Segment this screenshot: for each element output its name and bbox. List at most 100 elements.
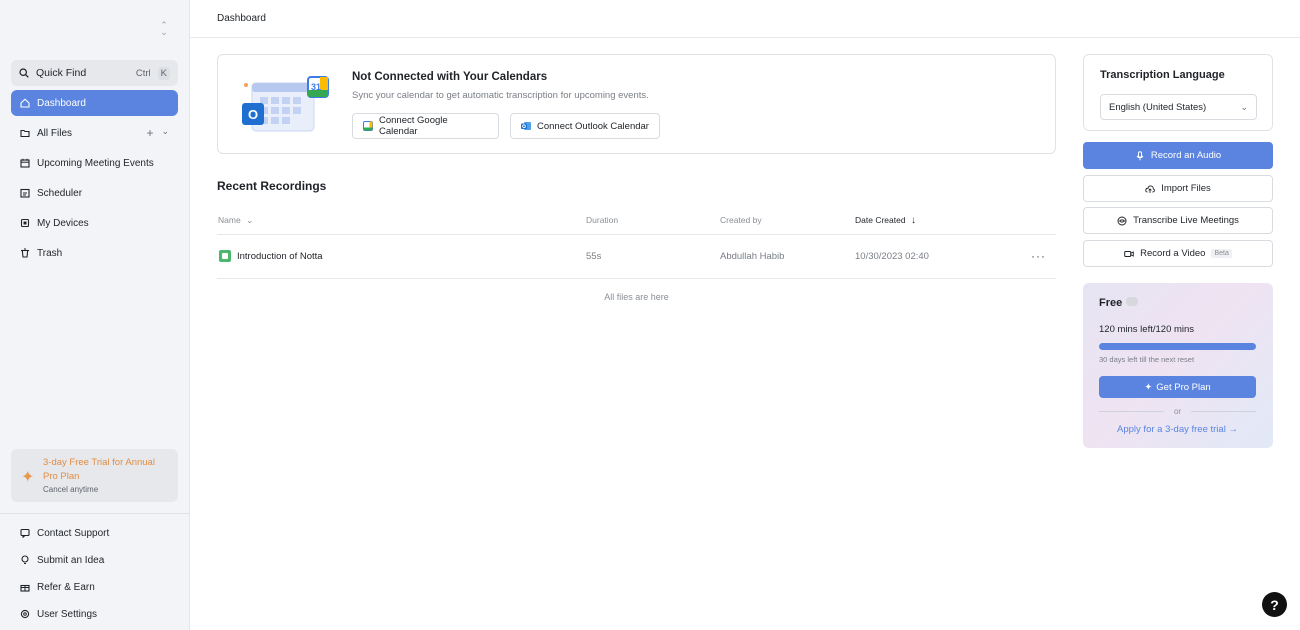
sidebar-item-label: Upcoming Meeting Events <box>37 157 154 169</box>
sidebar-item-label: Scheduler <box>37 187 83 199</box>
lightbulb-icon <box>20 555 30 565</box>
scheduler-icon <box>20 188 30 198</box>
sidebar-item-trash[interactable]: Trash <box>11 240 178 266</box>
table-row-divider <box>217 278 1056 279</box>
sidebar-footer: Contact Support Submit an Idea Refer & E… <box>11 520 178 628</box>
video-camera-icon <box>1124 249 1134 259</box>
sparkle-icon: ✦ <box>1144 381 1153 393</box>
usage-progress-bar <box>1099 343 1256 350</box>
gift-icon <box>20 582 30 592</box>
column-header-created-by[interactable]: Created by <box>720 215 762 225</box>
sidebar-item-label: Dashboard <box>37 97 86 109</box>
svg-text:O: O <box>248 107 258 122</box>
chevron-down-icon: ⌄ <box>1240 101 1248 112</box>
trash-icon <box>20 248 30 258</box>
folder-icon <box>20 128 30 138</box>
calendar-day-label: 31 <box>311 82 321 92</box>
column-header-name[interactable]: Name ⌄ <box>218 215 253 226</box>
add-folder-icon[interactable]: + <box>146 126 153 140</box>
plan-name: Free <box>1099 297 1123 309</box>
sidebar: ⌃ ⌄ Quick Find Ctrl K Dashboard All Files… <box>0 0 190 630</box>
sidebar-item-label: Trash <box>37 247 63 259</box>
sidebar-nav: Dashboard All Files + ⌄ Upcoming Meeting… <box>11 90 178 270</box>
record-audio-button[interactable]: Record an Audio <box>1083 142 1273 169</box>
search-icon <box>19 68 29 78</box>
apply-free-trial-link[interactable]: Apply for a 3-day free trial → <box>1099 424 1256 435</box>
help-button[interactable]: ? <box>1262 592 1287 617</box>
recording-created-by: Abdullah Habib <box>720 251 785 262</box>
calendar-illustration: O 31 <box>242 76 329 132</box>
sidebar-item-label: My Devices <box>37 217 89 229</box>
record-video-button[interactable]: Record a Video Beta <box>1083 240 1273 267</box>
sidebar-divider <box>0 513 190 514</box>
sidebar-item-refer-earn[interactable]: Refer & Earn <box>11 574 178 600</box>
column-header-duration[interactable]: Duration <box>586 215 618 225</box>
column-date-label: Date Created <box>855 215 906 225</box>
all-files-hint: All files are here <box>604 292 669 302</box>
sidebar-item-label: Submit an Idea <box>37 554 105 566</box>
cloud-upload-icon <box>1145 184 1156 194</box>
microphone-icon <box>1135 150 1145 161</box>
quick-find-shortcut: Ctrl K <box>133 66 170 80</box>
top-bar: Dashboard <box>190 0 1300 38</box>
quick-find-label: Quick Find <box>36 67 87 79</box>
connect-outlook-label: Connect Outlook Calendar <box>537 120 649 132</box>
connect-outlook-calendar-button[interactable]: Connect Outlook Calendar <box>510 113 660 139</box>
sidebar-item-upcoming-meetings[interactable]: Upcoming Meeting Events <box>11 150 178 176</box>
page-title: Dashboard <box>217 13 266 24</box>
connect-google-calendar-button[interactable]: Connect Google Calendar <box>352 113 499 139</box>
trial-promo[interactable]: ✦ 3-day Free Trial for Annual Pro Plan C… <box>11 449 178 502</box>
sidebar-item-scheduler[interactable]: Scheduler <box>11 180 178 206</box>
recording-duration: 55s <box>586 251 602 262</box>
shortcut-ctrl: Ctrl <box>135 67 151 79</box>
sidebar-item-dashboard[interactable]: Dashboard <box>11 90 178 116</box>
sidebar-item-all-files[interactable]: All Files + ⌄ <box>11 120 178 146</box>
recent-recordings-title: Recent Recordings <box>217 179 327 193</box>
calendar-card-subtitle: Sync your calendar to get automatic tran… <box>352 90 649 101</box>
trial-title: 3-day Free Trial for Annual Pro Plan <box>43 457 155 482</box>
beta-badge: Beta <box>1211 249 1232 258</box>
transcribe-live-meetings-button[interactable]: Transcribe Live Meetings <box>1083 207 1273 234</box>
language-select[interactable]: English (United States) ⌄ <box>1100 94 1257 120</box>
home-icon <box>20 98 30 108</box>
language-select-value: English (United States) <box>1109 101 1207 113</box>
calendar-card-title: Not Connected with Your Calendars <box>352 71 548 83</box>
plan-reset-text: 30 days left till the next reset <box>1099 355 1195 364</box>
more-options-icon[interactable]: ··· <box>1031 249 1046 263</box>
recording-name[interactable]: Introduction of Notta <box>237 251 323 262</box>
outlook-icon <box>521 121 531 131</box>
connect-google-label: Connect Google Calendar <box>379 115 448 137</box>
column-header-date-created[interactable]: Date Created ↓ <box>855 215 916 226</box>
device-icon <box>20 218 30 228</box>
import-files-button[interactable]: Import Files <box>1083 175 1273 202</box>
sidebar-item-label: Contact Support <box>37 527 110 539</box>
sort-desc-arrow-icon: ↓ <box>910 215 916 226</box>
quick-find-button[interactable]: Quick Find Ctrl K <box>11 60 178 86</box>
get-pro-plan-button[interactable]: ✦ Get Pro Plan <box>1099 376 1256 398</box>
sidebar-item-label: Refer & Earn <box>37 581 95 593</box>
sidebar-item-contact-support[interactable]: Contact Support <box>11 520 178 546</box>
calendar-icon <box>20 158 30 168</box>
chevron-down-icon: ⌄ <box>246 215 254 225</box>
sidebar-item-label: All Files <box>37 127 73 139</box>
support-icon <box>20 528 30 538</box>
sidebar-item-label: User Settings <box>37 608 98 620</box>
sidebar-item-submit-idea[interactable]: Submit an Idea <box>11 547 178 573</box>
chevron-down-icon[interactable]: ⌄ <box>161 126 169 140</box>
sidebar-item-user-settings[interactable]: User Settings <box>11 601 178 627</box>
column-name-label: Name <box>218 215 241 225</box>
table-header-divider <box>217 234 1056 235</box>
calendar-connect-card: O 31 Not Connected with Your Calendars S… <box>217 54 1056 154</box>
workspace-switch-icon[interactable]: ⌃ ⌄ <box>158 21 170 38</box>
live-meeting-icon <box>1117 216 1127 226</box>
record-audio-label: Record an Audio <box>1150 150 1222 161</box>
record-video-label: Record a Video <box>1140 248 1206 259</box>
sparkle-icon: ✦ <box>21 469 35 486</box>
or-label: or <box>1173 407 1182 416</box>
google-calendar-icon <box>363 121 373 131</box>
plan-minutes: 120 mins left/120 mins <box>1099 324 1195 335</box>
sidebar-item-my-devices[interactable]: My Devices <box>11 210 178 236</box>
import-files-label: Import Files <box>1161 183 1211 194</box>
shortcut-k: K <box>157 66 170 80</box>
get-pro-label: Get Pro Plan <box>1156 381 1211 393</box>
